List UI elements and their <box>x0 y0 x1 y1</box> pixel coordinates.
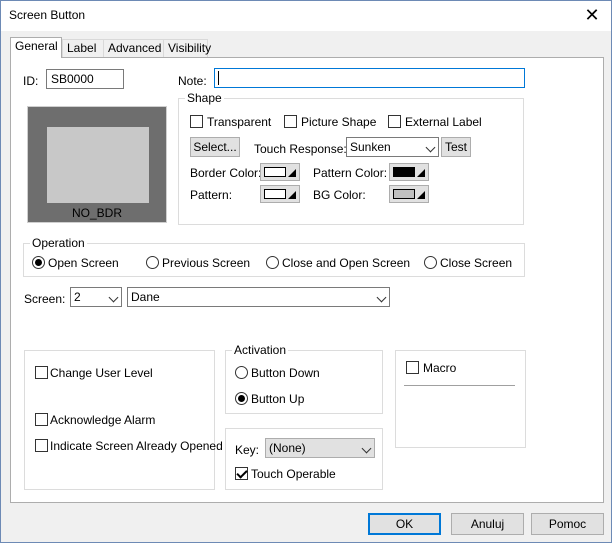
touch-operable-checkbox[interactable] <box>235 467 248 480</box>
help-button[interactable]: Pomoc <box>531 513 604 535</box>
tab-label-text: Visibility <box>168 41 212 55</box>
screen-number-value: 2 <box>74 290 81 304</box>
close-and-open-screen-label: Close and Open Screen <box>282 256 411 270</box>
key-group: Key: (None) Touch Operable <box>225 428 383 490</box>
picture-shape-label: Picture Shape <box>301 115 377 129</box>
pattern-color-label: Pattern Color: <box>313 166 388 180</box>
external-label-checkbox[interactable] <box>388 115 401 128</box>
button-preview: NO_BDR <box>27 106 167 223</box>
pattern-button[interactable] <box>260 185 300 203</box>
preview-face <box>47 127 149 203</box>
pattern-swatch <box>264 189 286 199</box>
cancel-button[interactable]: Anuluj <box>451 513 524 535</box>
activation-group-title: Activation <box>232 343 289 357</box>
screen-label: Screen: <box>24 292 66 306</box>
acknowledge-alarm-label: Acknowledge Alarm <box>50 413 156 427</box>
pattern-label: Pattern: <box>190 188 233 202</box>
previous-screen-label: Previous Screen <box>162 256 251 270</box>
radio-button-down[interactable] <box>235 366 248 379</box>
text-caret <box>218 71 219 85</box>
touch-response-select[interactable]: Sunken <box>346 137 439 157</box>
bg-color-button[interactable] <box>389 185 429 203</box>
select-button[interactable]: Select... <box>190 137 240 157</box>
tab-label-text: Label <box>67 41 97 55</box>
tab-advanced[interactable]: Advanced <box>103 39 164 57</box>
border-color-label: Border Color: <box>190 166 262 180</box>
change-user-level-label: Change User Level <box>50 366 153 380</box>
dropdown-triangle-icon <box>417 169 425 177</box>
chevron-down-icon <box>108 292 119 303</box>
border-color-button[interactable] <box>260 163 300 181</box>
bg-color-swatch <box>393 189 415 199</box>
id-label: ID: <box>23 74 39 88</box>
radio-previous-screen[interactable] <box>146 256 159 269</box>
tab-label: General <box>15 39 58 53</box>
id-field[interactable]: SB0000 <box>46 69 124 89</box>
transparent-checkbox[interactable] <box>190 115 203 128</box>
operation-group: Operation Open Screen Previous Screen Cl… <box>23 236 525 277</box>
external-label-label: External Label <box>405 115 482 129</box>
close-screen-label: Close Screen <box>440 256 513 270</box>
chevron-down-icon <box>425 142 436 153</box>
screen-number-select[interactable]: 2 <box>70 287 122 307</box>
dialog-window: Screen Button ✕ General Label Advanced V… <box>0 0 612 543</box>
key-label: Key: <box>235 443 260 457</box>
touch-operable-label: Touch Operable <box>251 467 336 481</box>
macro-separator <box>404 385 515 386</box>
note-label: Note: <box>178 74 207 88</box>
window-title: Screen Button <box>9 8 86 22</box>
ok-button[interactable]: OK <box>368 513 441 535</box>
tab-label-text: Advanced <box>108 41 162 55</box>
screen-name-value: Dane <box>131 290 160 304</box>
touch-response-value: Sunken <box>350 140 391 154</box>
dropdown-triangle-icon <box>288 191 296 199</box>
macro-group: Macro <box>395 350 526 448</box>
screen-name-select[interactable]: Dane <box>127 287 390 307</box>
key-value: (None) <box>269 441 306 455</box>
operation-group-title: Operation <box>30 236 87 250</box>
radio-close-screen[interactable] <box>424 256 437 269</box>
options-group: Change User Level Acknowledge Alarm Indi… <box>24 350 223 490</box>
button-down-label: Button Down <box>251 366 320 380</box>
test-button[interactable]: Test <box>441 137 471 157</box>
dropdown-triangle-icon <box>417 191 425 199</box>
bg-color-label: BG Color: <box>313 188 366 202</box>
picture-shape-checkbox[interactable] <box>284 115 297 128</box>
macro-checkbox[interactable] <box>406 361 419 374</box>
pattern-color-swatch <box>393 167 415 177</box>
tab-general[interactable]: General <box>10 37 62 58</box>
activation-group: Activation Button Down Button Up <box>225 343 383 414</box>
close-icon[interactable]: ✕ <box>579 3 605 27</box>
touch-response-label: Touch Response: <box>254 142 347 156</box>
chevron-down-icon <box>361 443 372 454</box>
title-bar: Screen Button ✕ <box>1 1 611 31</box>
change-user-level-checkbox[interactable] <box>35 366 48 379</box>
note-field[interactable] <box>214 68 525 88</box>
open-screen-label: Open Screen <box>48 256 119 270</box>
shape-group: Shape Transparent Picture Shape External… <box>178 91 524 225</box>
chevron-down-icon <box>376 292 387 303</box>
radio-open-screen[interactable] <box>32 256 45 269</box>
indicate-screen-label: Indicate Screen Already Opened <box>50 439 223 453</box>
preview-caption: NO_BDR <box>71 206 122 220</box>
general-panel: ID: SB0000 NO_BDR Note: Shape Transparen… <box>10 57 604 503</box>
macro-label: Macro <box>423 361 457 375</box>
button-up-label: Button Up <box>251 392 305 406</box>
radio-close-and-open-screen[interactable] <box>266 256 279 269</box>
shape-group-title: Shape <box>185 91 224 105</box>
acknowledge-alarm-checkbox[interactable] <box>35 413 48 426</box>
pattern-color-button[interactable] <box>389 163 429 181</box>
tab-label[interactable]: Label <box>62 39 104 57</box>
transparent-label: Transparent <box>207 115 272 129</box>
key-select[interactable]: (None) <box>265 438 375 458</box>
dropdown-triangle-icon <box>288 169 296 177</box>
tab-visibility[interactable]: Visibility <box>163 39 212 57</box>
radio-button-up[interactable] <box>235 392 248 405</box>
indicate-screen-checkbox[interactable] <box>35 439 48 452</box>
border-color-swatch <box>264 167 286 177</box>
